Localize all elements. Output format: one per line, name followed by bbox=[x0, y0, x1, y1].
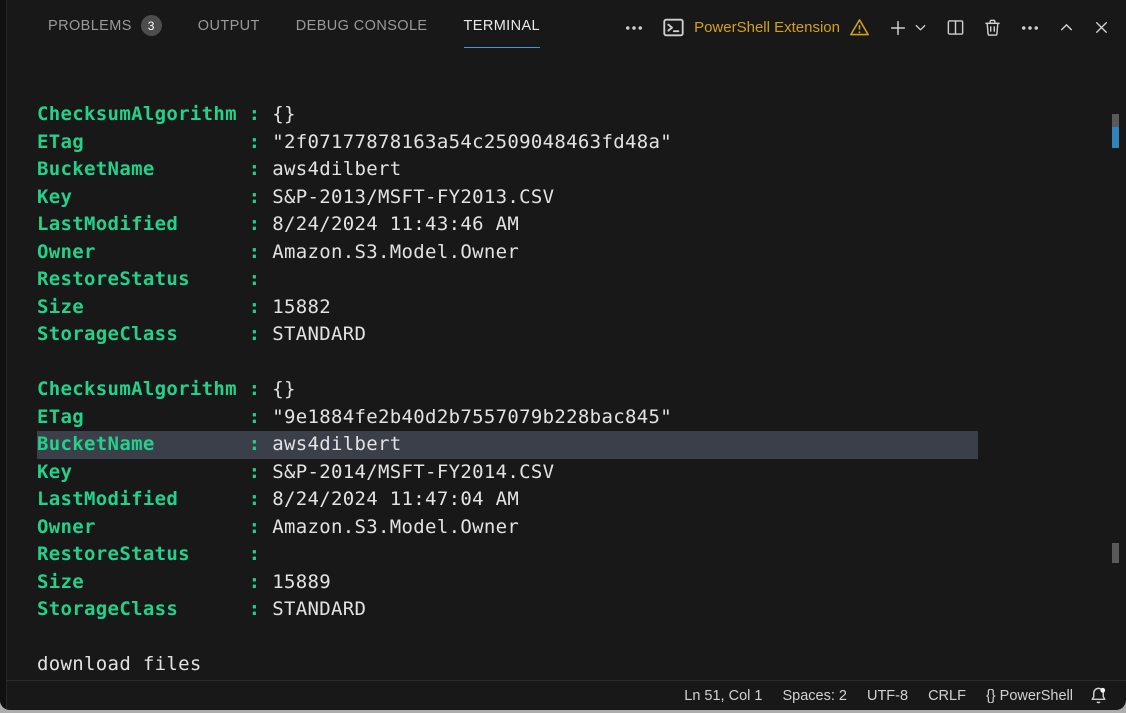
scrollbar-thumb[interactable] bbox=[1112, 114, 1119, 127]
terminal-line: Owner : Amazon.S3.Model.Owner bbox=[37, 514, 1126, 542]
panel-actions: PowerShell Extension bbox=[624, 0, 1110, 55]
property-value: Amazon.S3.Model.Owner bbox=[272, 241, 519, 263]
notifications-bell-icon[interactable] bbox=[1083, 686, 1116, 705]
property-value: S&P-2014/MSFT-FY2014.CSV bbox=[272, 461, 554, 483]
shell-label: PowerShell Extension bbox=[694, 19, 840, 36]
property-name: Key : bbox=[37, 461, 272, 483]
terminal-line: Size : 15882 bbox=[37, 294, 1126, 322]
property-value: 8/24/2024 11:43:46 AM bbox=[272, 213, 519, 235]
terminal-line: LastModified : 8/24/2024 11:47:04 AM bbox=[37, 486, 1126, 514]
property-value: {} bbox=[272, 378, 296, 400]
tab-label: OUTPUT bbox=[198, 18, 260, 34]
warning-icon bbox=[849, 17, 870, 38]
property-name: LastModified : bbox=[37, 488, 272, 510]
property-value: 15889 bbox=[272, 571, 331, 593]
terminal-line: StorageClass : STANDARD bbox=[37, 321, 1126, 349]
problems-count-badge: 3 bbox=[141, 15, 162, 36]
maximize-panel-chevron-up-icon[interactable] bbox=[1058, 19, 1075, 36]
status-encoding[interactable]: UTF-8 bbox=[857, 681, 918, 711]
new-terminal-icon[interactable] bbox=[888, 18, 908, 38]
tab-label: TERMINAL bbox=[464, 18, 541, 34]
terminal-line: download files bbox=[37, 651, 1126, 679]
panel-tabs: PROBLEMS 3 OUTPUT DEBUG CONSOLE TERMINAL bbox=[48, 0, 540, 55]
terminal-more-actions-icon[interactable] bbox=[1020, 18, 1040, 38]
property-name: ChecksumAlgorithm : bbox=[37, 378, 272, 400]
status-eol[interactable]: CRLF bbox=[918, 681, 976, 711]
property-name: BucketName : bbox=[37, 158, 272, 180]
property-value: STANDARD bbox=[272, 598, 366, 620]
terminal-line: Key : S&P-2014/MSFT-FY2014.CSV bbox=[37, 459, 1126, 487]
property-value: STANDARD bbox=[272, 323, 366, 345]
tab-label: PROBLEMS bbox=[48, 18, 132, 34]
property-value: Amazon.S3.Model.Owner bbox=[272, 516, 519, 538]
property-value: "9e1884fe2b40d2b7557079b228bac845" bbox=[272, 406, 672, 428]
powershell-terminal-icon bbox=[662, 16, 685, 39]
property-name: Owner : bbox=[37, 241, 272, 263]
panel-left-edge bbox=[0, 0, 7, 710]
status-language-mode[interactable]: {} PowerShell bbox=[976, 681, 1083, 711]
terminal-text: download files bbox=[37, 653, 202, 675]
property-name: RestoreStatus : bbox=[37, 268, 272, 290]
close-panel-icon[interactable] bbox=[1093, 19, 1110, 36]
terminal-line: Key : S&P-2013/MSFT-FY2013.CSV bbox=[37, 184, 1126, 212]
property-name: LastModified : bbox=[37, 213, 272, 235]
vscode-panel-window: PROBLEMS 3 OUTPUT DEBUG CONSOLE TERMINAL Pow… bbox=[0, 0, 1126, 710]
status-cursor-position[interactable]: Ln 51, Col 1 bbox=[674, 681, 772, 711]
terminal-line bbox=[37, 349, 1126, 377]
property-value: S&P-2013/MSFT-FY2013.CSV bbox=[272, 186, 554, 208]
status-bar: Ln 51, Col 1Spaces: 2UTF-8CRLF{} PowerSh… bbox=[0, 680, 1126, 710]
tab-debug-console[interactable]: DEBUG CONSOLE bbox=[296, 0, 428, 48]
property-value: "2f07177878163a54c2509048463fd48a" bbox=[272, 131, 672, 153]
terminal-line: ChecksumAlgorithm : {} bbox=[37, 376, 1126, 404]
terminal-line: BucketName : aws4dilbert bbox=[37, 156, 1126, 184]
views-more-icon[interactable] bbox=[624, 18, 644, 38]
tab-label: DEBUG CONSOLE bbox=[296, 18, 428, 34]
terminal-line bbox=[37, 624, 1126, 652]
property-name: RestoreStatus : bbox=[37, 543, 272, 565]
split-terminal-icon[interactable] bbox=[946, 18, 965, 37]
status-items: Ln 51, Col 1Spaces: 2UTF-8CRLF{} PowerSh… bbox=[674, 681, 1083, 711]
property-value: 8/24/2024 11:47:04 AM bbox=[272, 488, 519, 510]
overview-ruler-selection-mark bbox=[1112, 127, 1119, 148]
terminal-output[interactable]: ChecksumAlgorithm : {}ETag : "2f07177878… bbox=[0, 55, 1126, 680]
property-name: StorageClass : bbox=[37, 323, 272, 345]
property-value: aws4dilbert bbox=[272, 433, 978, 455]
property-name: Size : bbox=[37, 296, 272, 318]
terminal-line: ChecksumAlgorithm : {} bbox=[37, 101, 1126, 129]
terminal-selection: BucketName : aws4dilbert bbox=[37, 431, 978, 459]
overview-ruler-mark bbox=[1112, 543, 1119, 563]
property-name: ETag : bbox=[37, 131, 272, 153]
launch-profile-chevron-down-icon[interactable] bbox=[913, 20, 928, 35]
terminal-line: RestoreStatus : bbox=[37, 541, 1126, 569]
tab-output[interactable]: OUTPUT bbox=[198, 0, 260, 48]
terminal-line: ETag : "2f07177878163a54c2509048463fd48a… bbox=[37, 129, 1126, 157]
property-name: StorageClass : bbox=[37, 598, 272, 620]
property-name: Key : bbox=[37, 186, 272, 208]
terminal-line: Owner : Amazon.S3.Model.Owner bbox=[37, 239, 1126, 267]
property-value: {} bbox=[272, 103, 296, 125]
tab-terminal[interactable]: TERMINAL bbox=[464, 0, 541, 48]
terminal-shell-selector[interactable]: PowerShell Extension bbox=[662, 16, 870, 39]
property-name: ChecksumAlgorithm : bbox=[37, 103, 272, 125]
terminal-line: LastModified : 8/24/2024 11:43:46 AM bbox=[37, 211, 1126, 239]
property-name: Owner : bbox=[37, 516, 272, 538]
terminal-line: ETag : "9e1884fe2b40d2b7557079b228bac845… bbox=[37, 404, 1126, 432]
property-name: ETag : bbox=[37, 406, 272, 428]
kill-terminal-trash-icon[interactable] bbox=[983, 18, 1002, 37]
property-value: aws4dilbert bbox=[272, 158, 401, 180]
terminal-line: Size : 15889 bbox=[37, 569, 1126, 597]
terminal-line: RestoreStatus : bbox=[37, 266, 1126, 294]
tab-problems[interactable]: PROBLEMS 3 bbox=[48, 0, 162, 48]
property-name: Size : bbox=[37, 571, 272, 593]
panel-header: PROBLEMS 3 OUTPUT DEBUG CONSOLE TERMINAL Pow… bbox=[0, 0, 1126, 55]
terminal-line: StorageClass : STANDARD bbox=[37, 596, 1126, 624]
property-name: BucketName : bbox=[37, 433, 272, 455]
terminal-line: BucketName : aws4dilbert bbox=[37, 431, 1126, 459]
property-value: 15882 bbox=[272, 296, 331, 318]
status-indentation[interactable]: Spaces: 2 bbox=[772, 681, 857, 711]
